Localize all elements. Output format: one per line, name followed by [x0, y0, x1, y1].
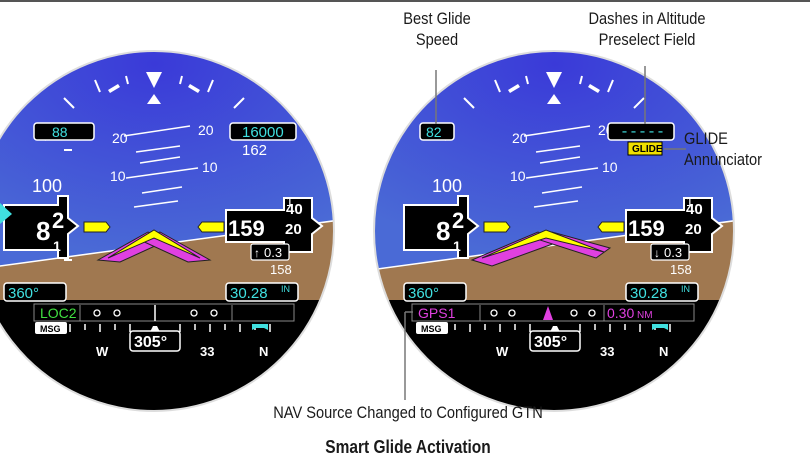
- glide-annunciator: GLIDE: [632, 144, 663, 155]
- altitude-tens: 20: [285, 221, 302, 238]
- altitude-tens: 20: [685, 221, 702, 238]
- msg-label: MSG: [421, 324, 442, 334]
- distance-value: 0.30: [607, 305, 634, 321]
- pfd-before: 20 20 10 10 100 8 2 1 88 16000 162 159 2…: [0, 50, 335, 412]
- pitch-label-10-right: 10: [602, 159, 618, 175]
- altitude-tape-lower: 158: [670, 262, 692, 277]
- airspeed-hundreds: 8: [436, 216, 450, 246]
- altitude-tape-upper: 162: [242, 142, 267, 159]
- heading-value: 305°: [134, 334, 167, 351]
- compass-w: W: [96, 344, 109, 359]
- pitch-label-20-right: 20: [198, 122, 214, 138]
- pitch-label-10-right: 10: [202, 159, 218, 175]
- compass-33: 33: [600, 344, 614, 359]
- msg-label: MSG: [40, 324, 61, 334]
- heading-value: 305°: [534, 334, 567, 351]
- compass-w: W: [496, 344, 509, 359]
- nav-source-label: LOC2: [40, 305, 77, 321]
- vsi-value: 0.3: [664, 245, 682, 260]
- callout-best-glide-line1: Best Glide: [403, 9, 471, 28]
- airspeed-tens: 2: [52, 208, 64, 233]
- baro-unit: IN: [281, 284, 290, 294]
- heading-bug-value: 360°: [408, 285, 439, 302]
- pfd-after: 20 20 10 10 100 8 2 1 82 ----- GLIDE 159…: [373, 50, 735, 412]
- heading-bug-value: 360°: [8, 285, 39, 302]
- altitude-preselect: -----: [620, 124, 665, 141]
- speed-tape-label: 100: [432, 176, 462, 196]
- callout-glide-line2: Annunciator: [684, 150, 763, 169]
- compass-n: N: [659, 344, 668, 359]
- pitch-label-20-left: 20: [512, 130, 528, 146]
- altitude-side-digit: 1: [686, 194, 693, 209]
- pitch-label-10-left: 10: [510, 168, 526, 184]
- altitude-main: 159: [628, 216, 665, 241]
- baro-unit: IN: [681, 284, 690, 294]
- callout-best-glide: Best Glide Speed: [398, 8, 475, 50]
- callout-dashes-line2: Preselect Field: [598, 30, 696, 49]
- airspeed-tens: 2: [452, 208, 464, 233]
- compass-n: N: [259, 344, 268, 359]
- airspeed-low-digit: 1: [53, 238, 61, 254]
- vsi-arrow-icon: ↑: [254, 246, 260, 260]
- figure-caption: Smart Glide Activation: [325, 437, 491, 457]
- callout-best-glide-line2: Speed: [415, 30, 459, 49]
- callout-glide-line1: GLIDE: [684, 129, 728, 148]
- baro-value: 30.28: [630, 285, 668, 302]
- illustration-canvas: 20 20 10 10 100 8 2 1 88 16000 162 159 2…: [0, 0, 810, 412]
- altitude-main: 159: [228, 216, 265, 241]
- pitch-label-20-left: 20: [112, 130, 128, 146]
- altitude-tape-lower: 158: [270, 262, 292, 277]
- callout-glide: GLIDE Annunciator: [684, 128, 787, 170]
- vsi-arrow-icon: ↓: [654, 246, 660, 260]
- vsi-value: 0.3: [264, 245, 282, 260]
- airspeed-hundreds: 8: [36, 216, 50, 246]
- callout-dashes: Dashes in Altitude Preselect Field: [583, 8, 712, 50]
- speed-tape-label: 100: [32, 176, 62, 196]
- selected-airspeed: 82: [426, 124, 442, 140]
- selected-airspeed: 88: [52, 124, 68, 140]
- callout-nav-source: NAV Source Changed to Configured GTN: [273, 403, 543, 422]
- altitude-side-digit: 1: [286, 194, 293, 209]
- callout-dashes-line1: Dashes in Altitude: [588, 9, 706, 28]
- pitch-label-10-left: 10: [110, 168, 126, 184]
- baro-value: 30.28: [230, 285, 268, 302]
- distance-unit: NM: [637, 310, 653, 321]
- altitude-preselect: 16000: [242, 124, 284, 141]
- airspeed-low-digit: 1: [453, 238, 461, 254]
- compass-33: 33: [200, 344, 214, 359]
- nav-source-label: GPS1: [418, 305, 456, 321]
